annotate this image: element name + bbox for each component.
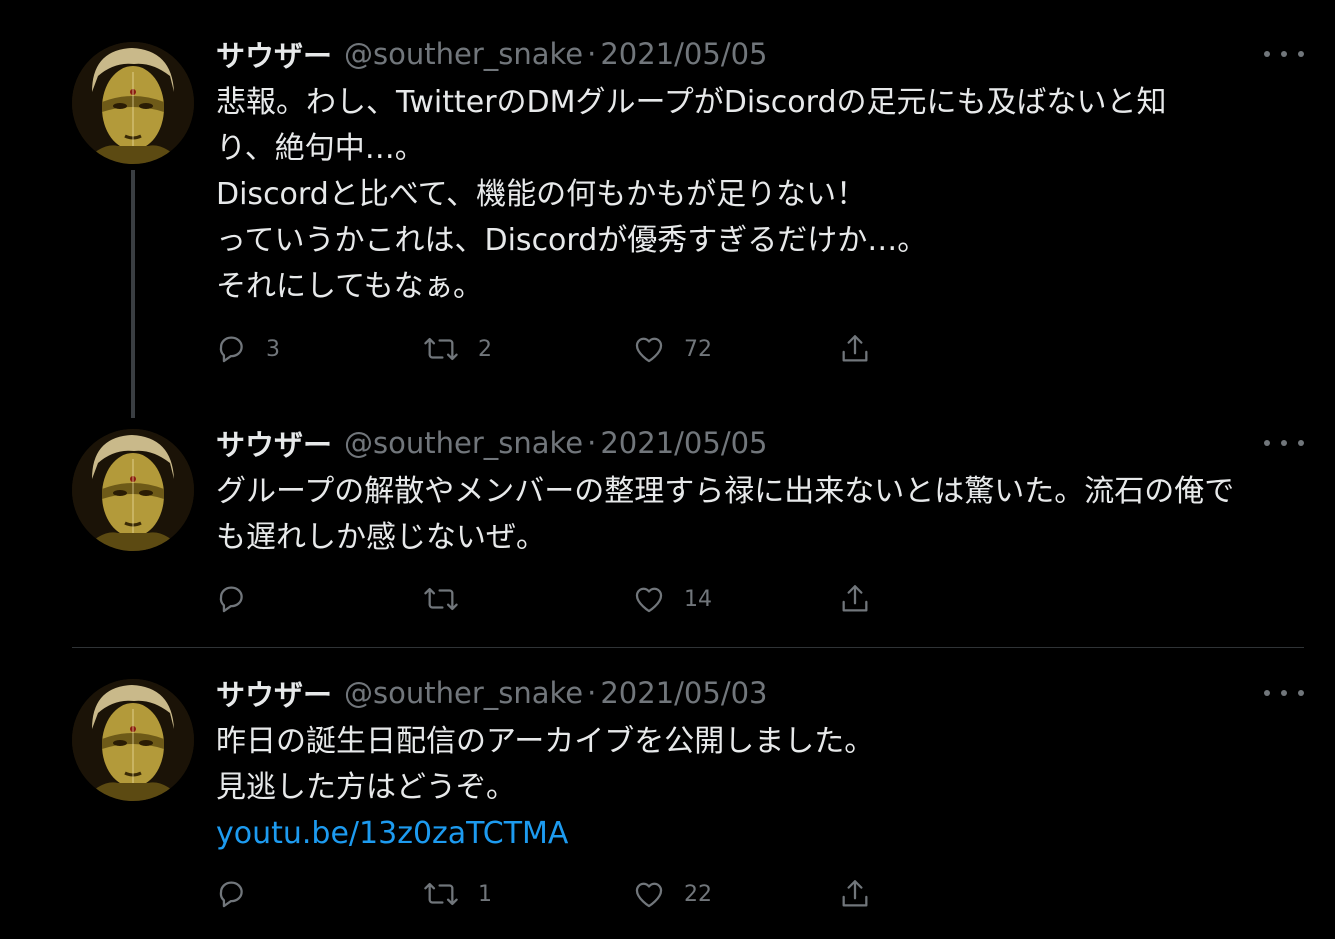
separator-dot: · — [587, 37, 597, 71]
retweet-count: 1 — [478, 881, 492, 907]
retweet-icon — [424, 587, 458, 611]
share-button[interactable] — [838, 579, 872, 619]
display-name[interactable]: サウザー — [216, 672, 332, 714]
retweet-icon — [424, 882, 458, 906]
user-handle[interactable]: @souther_snake — [344, 426, 583, 460]
tweet-text: 悲報。わし、TwitterのDMグループがDiscordの足元にも及ばないと知 … — [216, 80, 1306, 310]
avatar[interactable] — [72, 42, 194, 164]
retweet-button[interactable]: 2 — [422, 329, 492, 369]
like-icon — [635, 587, 663, 613]
user-handle[interactable]: @souther_snake — [344, 676, 583, 710]
separator-dot: · — [587, 426, 597, 460]
reply-button[interactable] — [214, 874, 266, 914]
share-button[interactable] — [838, 329, 872, 369]
avatar[interactable] — [72, 679, 194, 801]
tweet-header: サウザー @souther_snake · 2021/05/05 — [216, 32, 768, 76]
like-button[interactable]: 22 — [632, 874, 712, 914]
retweet-button[interactable] — [422, 579, 478, 619]
tweet-date[interactable]: 2021/05/05 — [600, 37, 767, 71]
reply-icon — [219, 336, 243, 363]
thread-connector-line — [131, 170, 135, 418]
tweet-text: 昨日の誕生日配信のアーカイブを公開しました。 見逃した方はどうぞ。 youtu.… — [216, 719, 1306, 857]
avatar-image — [72, 42, 194, 164]
like-count: 72 — [684, 336, 712, 362]
tweet-text-line: 昨日の誕生日配信のアーカイブを公開しました。 — [216, 724, 875, 759]
like-count: 14 — [684, 586, 712, 612]
tweet-header: サウザー @souther_snake · 2021/05/03 — [216, 671, 768, 715]
separator-dot: · — [587, 676, 597, 710]
like-button[interactable]: 72 — [632, 329, 712, 369]
like-icon — [635, 882, 663, 908]
share-icon — [842, 335, 868, 362]
tweet-text-line: それにしてもなぁ。 — [216, 269, 483, 304]
avatar-image — [72, 679, 194, 801]
tweet-text-line: も遅れしか感じないぜ。 — [216, 520, 546, 555]
tweet-text-line: グループの解散やメンバーの整理すら禄に出来ないとは驚いた。流石の俺で — [216, 474, 1235, 509]
avatar[interactable] — [72, 429, 194, 551]
reply-count: 3 — [266, 336, 280, 362]
share-icon — [842, 585, 868, 612]
tweet-date[interactable]: 2021/05/03 — [600, 676, 767, 710]
share-button[interactable] — [838, 874, 872, 914]
tweet-text-line: Discordと比べて、機能の何もかもが足りない！ — [216, 177, 867, 212]
reply-icon — [219, 881, 243, 908]
tweet-divider — [72, 647, 1304, 648]
display-name[interactable]: サウザー — [216, 33, 332, 75]
reply-button[interactable]: 3 — [214, 329, 280, 369]
tweet-text-line: り、絶句中…。 — [216, 131, 425, 166]
retweet-button[interactable]: 1 — [422, 874, 492, 914]
tweet-header: サウザー @souther_snake · 2021/05/05 — [216, 421, 768, 465]
share-icon — [842, 880, 868, 907]
user-handle[interactable]: @souther_snake — [344, 37, 583, 71]
reply-icon — [219, 586, 243, 613]
more-icon[interactable] — [1264, 46, 1304, 62]
youtube-link[interactable]: youtu.be/13z0zaTCTMA — [216, 811, 1306, 857]
more-icon[interactable] — [1264, 685, 1304, 701]
reply-button[interactable] — [214, 579, 266, 619]
tweet-text-line: 悲報。わし、TwitterのDMグループがDiscordの足元にも及ばないと知 — [216, 85, 1167, 120]
retweet-icon — [424, 337, 458, 361]
like-count: 22 — [684, 881, 712, 907]
avatar-image — [72, 429, 194, 551]
like-button[interactable]: 14 — [632, 579, 712, 619]
retweet-count: 2 — [478, 336, 492, 362]
tweet-text: グループの解散やメンバーの整理すら禄に出来ないとは驚いた。流石の俺で も遅れしか… — [216, 469, 1306, 561]
more-icon[interactable] — [1264, 435, 1304, 451]
like-icon — [635, 337, 663, 363]
tweet-text-line: っていうかこれは、Discordが優秀すぎるだけか…。 — [216, 223, 928, 258]
tweet-text-line: 見逃した方はどうぞ。 — [216, 770, 516, 805]
display-name[interactable]: サウザー — [216, 422, 332, 464]
tweet-date[interactable]: 2021/05/05 — [600, 426, 767, 460]
